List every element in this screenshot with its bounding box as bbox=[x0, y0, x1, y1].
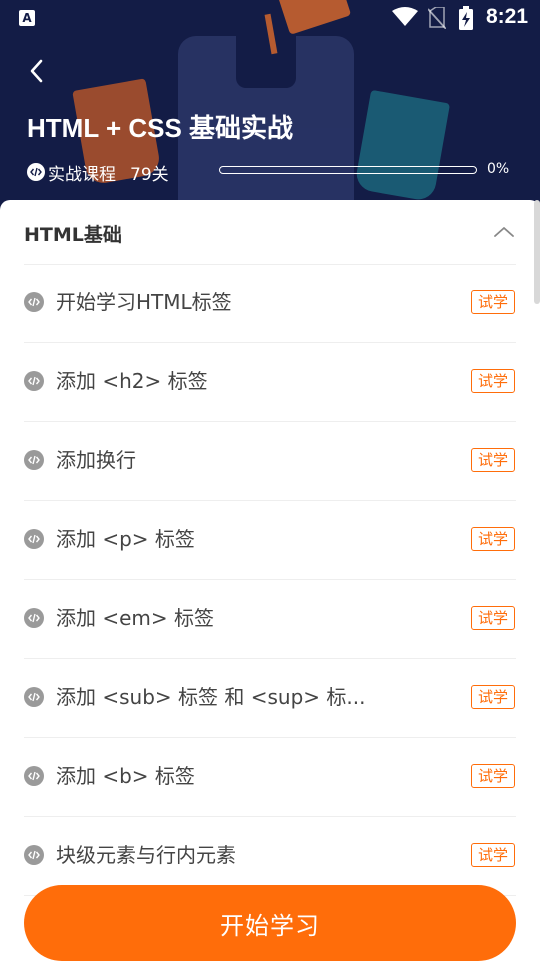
status-bar: A 8:21 bbox=[0, 0, 540, 36]
code-icon bbox=[24, 687, 44, 707]
code-icon bbox=[24, 371, 44, 391]
status-time: 8:21 bbox=[486, 5, 529, 28]
battery-charging-icon bbox=[459, 6, 473, 30]
trial-badge: 试学 bbox=[471, 606, 515, 630]
lesson-item[interactable]: 开始学习HTML标签 试学 bbox=[24, 264, 516, 343]
lesson-count: 79关 bbox=[130, 164, 169, 185]
code-icon bbox=[24, 766, 44, 786]
code-icon bbox=[24, 608, 44, 628]
course-type-label: 实战课程 bbox=[48, 164, 116, 185]
trial-badge: 试学 bbox=[471, 448, 515, 472]
trial-badge: 试学 bbox=[471, 527, 515, 551]
lesson-title: 添加 <h2> 标签 bbox=[56, 369, 208, 393]
code-icon bbox=[24, 529, 44, 549]
trial-badge: 试学 bbox=[471, 764, 515, 788]
code-icon bbox=[27, 163, 45, 181]
lesson-sheet: HTML基础 开始学习HTML标签 试学 添加 <h2> 标签 试学 添加换行 … bbox=[0, 200, 540, 960]
section-header[interactable]: HTML基础 bbox=[24, 200, 516, 265]
trial-badge: 试学 bbox=[471, 685, 515, 709]
scrollbar[interactable] bbox=[534, 200, 540, 304]
lesson-title: 添加 <b> 标签 bbox=[56, 764, 195, 788]
trial-badge: 试学 bbox=[471, 290, 515, 314]
course-header: A 8:21 HTML + CSS 基础实战 实战课程 79关 0% bbox=[0, 0, 540, 230]
code-icon bbox=[24, 450, 44, 470]
no-sim-icon bbox=[428, 7, 446, 29]
lesson-item[interactable]: 添加 <h2> 标签 试学 bbox=[24, 343, 516, 422]
lesson-item[interactable]: 添加 <sub> 标签 和 <sup> 标... 试学 bbox=[24, 659, 516, 738]
lesson-title: 添加 <sub> 标签 和 <sup> 标... bbox=[56, 685, 366, 709]
course-meta: 实战课程 79关 bbox=[27, 160, 169, 185]
progress-percent: 0% bbox=[487, 161, 510, 177]
start-learning-button[interactable]: 开始学习 bbox=[24, 885, 516, 961]
chevron-up-icon[interactable] bbox=[492, 220, 516, 244]
lesson-item[interactable]: 添加换行 试学 bbox=[24, 422, 516, 501]
lesson-item[interactable]: 添加 <b> 标签 试学 bbox=[24, 738, 516, 817]
lesson-title: 块级元素与行内元素 bbox=[56, 843, 236, 867]
lesson-list: 开始学习HTML标签 试学 添加 <h2> 标签 试学 添加换行 试学 添加 <… bbox=[24, 264, 516, 896]
trial-badge: 试学 bbox=[471, 843, 515, 867]
code-icon bbox=[24, 845, 44, 865]
css3-logo-illustration bbox=[353, 89, 451, 203]
lesson-title: 添加 <p> 标签 bbox=[56, 527, 195, 551]
lesson-item[interactable]: 添加 <p> 标签 试学 bbox=[24, 501, 516, 580]
lesson-title: 添加换行 bbox=[56, 448, 136, 472]
back-button[interactable] bbox=[22, 56, 52, 86]
course-title: HTML + CSS 基础实战 bbox=[27, 113, 294, 143]
progress-bar bbox=[219, 166, 477, 174]
section-title: HTML基础 bbox=[24, 224, 122, 246]
wifi-icon bbox=[392, 7, 418, 26]
lesson-title: 开始学习HTML标签 bbox=[56, 290, 232, 314]
lesson-title: 添加 <em> 标签 bbox=[56, 606, 215, 630]
code-icon bbox=[24, 292, 44, 312]
trial-badge: 试学 bbox=[471, 369, 515, 393]
lesson-item[interactable]: 添加 <em> 标签 试学 bbox=[24, 580, 516, 659]
app-notification-icon: A bbox=[19, 10, 35, 26]
